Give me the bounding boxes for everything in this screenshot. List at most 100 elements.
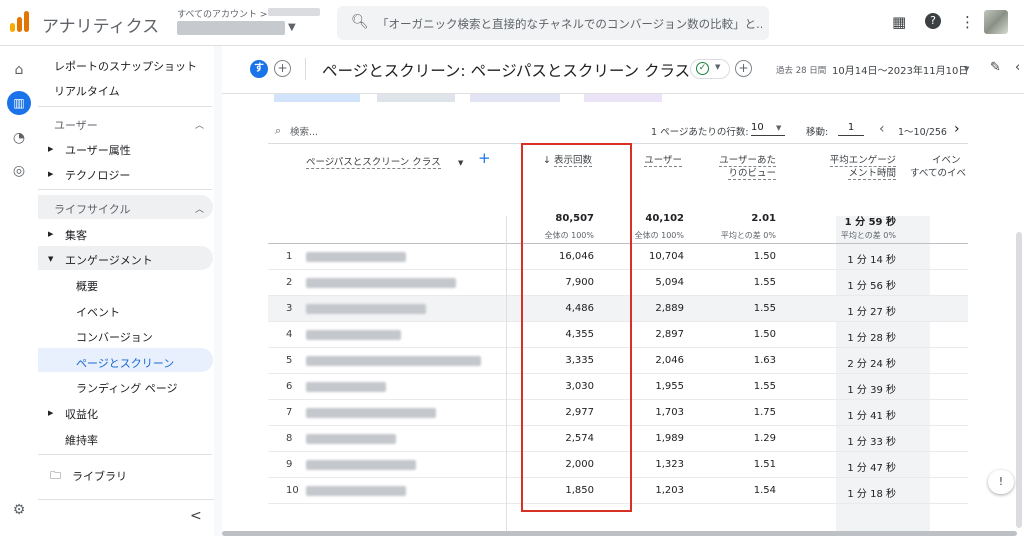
row-index: 6 [286,381,293,392]
top-bar: アナリティクス すべてのアカウント > ▼ 🔍︎ 「オーガニック検索と直接的なチ… [0,0,1024,46]
cell-views-per-user: 1.51 [753,459,776,470]
expand-arrow-icon[interactable]: ▶ [48,230,53,238]
apps-grid-icon[interactable]: ▦ [892,13,906,31]
expand-arrow-icon[interactable]: ▶ [48,145,53,153]
share-icon[interactable]: ‹ [1015,60,1020,75]
analytics-logo-icon[interactable] [10,11,32,33]
sidebar-item-monetization[interactable]: 収益化 [65,406,98,422]
column-header-dimension[interactable]: ページパスとスクリーン クラス [306,156,476,169]
legend-redacted [377,94,455,102]
previous-page-button[interactable]: ‹ [879,121,885,137]
avatar[interactable] [984,10,1008,34]
page-path-redacted[interactable] [306,408,436,418]
legend-redacted [470,94,560,102]
chevron-down-icon[interactable]: ▼ [964,65,969,73]
page-path-redacted[interactable] [306,330,401,340]
page-path-redacted[interactable] [306,278,456,288]
search-bar[interactable]: 🔍︎ 「オーガニック検索と直接的なチャネルでのコンバージョン数の比較」と... [337,6,769,40]
sidebar-item-library[interactable]: ライブラリ [72,468,127,484]
sidebar-item-events[interactable]: イベント [76,304,120,320]
collapse-sidebar-button[interactable]: < [190,508,202,524]
add-dimension-button[interactable]: + [478,151,491,166]
comparison-chip[interactable]: す [250,60,268,78]
divider [38,189,212,190]
explore-icon[interactable]: ◔ [10,129,28,147]
cell-avg-engagement: 1 分 18 秒 [847,489,896,500]
goto-page-input[interactable]: 1 [838,122,864,136]
report-header: す + ページとスクリーン: ページパスとスクリーン クラス ✓ ▼ + 過去 … [222,46,1024,94]
page-path-redacted[interactable] [306,434,396,444]
vertical-scrollbar[interactable] [1016,232,1022,528]
cell-views-per-user: 1.55 [753,303,776,314]
page-path-redacted[interactable] [306,252,406,262]
sidebar-section-user[interactable]: ユーザー [54,117,98,133]
sidebar-item-engagement[interactable]: エンゲージメント [65,252,153,268]
row-index: 1 [286,251,293,262]
date-preset-label[interactable]: 過去 28 日間 [776,64,826,76]
add-filter-button[interactable]: + [735,60,752,77]
date-range[interactable]: 10月14日～2023年11月10日 [832,62,968,77]
help-icon[interactable]: ? [925,13,941,29]
reports-icon[interactable]: ▥ [7,91,31,115]
add-comparison-button[interactable]: + [274,60,291,77]
cell-views-per-user: 1.55 [753,277,776,288]
sidebar-item-acquisition[interactable]: 集客 [65,227,87,243]
horizontal-scrollbar[interactable] [222,531,1017,536]
chevron-down-icon[interactable]: ▼ [458,157,463,170]
search-input[interactable]: 「オーガニック検索と直接的なチャネルでのコンバージョン数の比較」と... [377,16,762,32]
row-index: 8 [286,433,293,444]
collapse-arrow-icon[interactable]: ▼ [48,255,53,263]
column-header-views-per-user[interactable]: ユーザーあたりのビュー [714,154,776,180]
property-dropdown-icon[interactable]: ▼ [288,22,296,33]
page-path-redacted[interactable] [306,304,426,314]
account-breadcrumb[interactable]: すべてのアカウント > [177,7,267,20]
data-quality-status[interactable]: ✓ ▼ [690,59,730,79]
content-gutter [214,46,222,536]
sidebar-item-conversions[interactable]: コンバージョン [76,329,153,345]
sidebar-section-lifecycle[interactable]: ライフサイクル [54,201,130,217]
page-path-redacted[interactable] [306,460,416,470]
sidebar-item-technology[interactable]: テクノロジー [65,167,130,183]
chevron-up-icon[interactable]: ︿ [195,118,204,131]
cell-views-per-user: 1.63 [753,355,776,366]
more-vert-icon[interactable]: ⋮ [960,13,975,31]
sidebar-item-pages-screens[interactable]: ページとスクリーン [76,355,174,371]
cell-avg-engagement: 1 分 41 秒 [847,411,896,422]
column-header-avg-engagement[interactable]: 平均エンゲージメント時間 [826,154,896,180]
expand-arrow-icon[interactable]: ▶ [48,409,53,417]
customize-report-icon[interactable]: ✎ [990,60,1001,75]
table-search-input[interactable]: 検索... [290,124,318,138]
sidebar-item-landing-page[interactable]: ランディング ページ [76,380,178,396]
feedback-icon[interactable]: ! [988,470,1014,494]
folder-icon: 🗀 [50,469,61,482]
chevron-up-icon[interactable]: ︿ [195,202,204,215]
sidebar-item-retention[interactable]: 維持率 [65,432,98,448]
column-header-users[interactable]: ユーザー [624,154,682,167]
goto-label: 移動: [806,127,829,138]
chevron-down-icon[interactable]: ▼ [776,124,781,132]
expand-arrow-icon[interactable]: ▶ [48,170,53,178]
sidebar-item-overview[interactable]: 概要 [76,278,98,294]
sidebar-item-demographics[interactable]: ユーザー属性 [65,142,131,158]
page-path-redacted[interactable] [306,486,406,496]
cell-views-per-user: 1.50 [753,251,776,262]
app-title[interactable]: アナリティクス [42,12,159,37]
cell-views-per-user: 1.50 [753,329,776,340]
column-header-events[interactable]: イベン すべてのイベ [910,154,968,180]
total-views-per-user: 2.01 [751,213,776,224]
divider [305,58,306,80]
next-page-button[interactable]: › [954,121,960,137]
sidebar-item-snapshot[interactable]: レポートのスナップショット [54,58,197,74]
sidebar-item-realtime[interactable]: リアルタイム [54,83,120,99]
advertising-icon[interactable]: ◎ [10,162,28,180]
home-icon[interactable]: ⌂ [10,61,28,79]
page-path-redacted[interactable] [306,382,386,392]
cell-avg-engagement: 2 分 24 秒 [847,359,896,370]
property-name-redacted[interactable] [177,21,285,35]
cell-avg-engagement: 1 分 27 秒 [847,307,896,318]
cell-views-per-user: 1.29 [753,433,776,444]
page-path-redacted[interactable] [306,356,481,366]
legend-redacted [584,94,662,102]
settings-gear-icon[interactable]: ⚙ [10,501,28,519]
cell-avg-engagement: 1 分 39 秒 [847,385,896,396]
